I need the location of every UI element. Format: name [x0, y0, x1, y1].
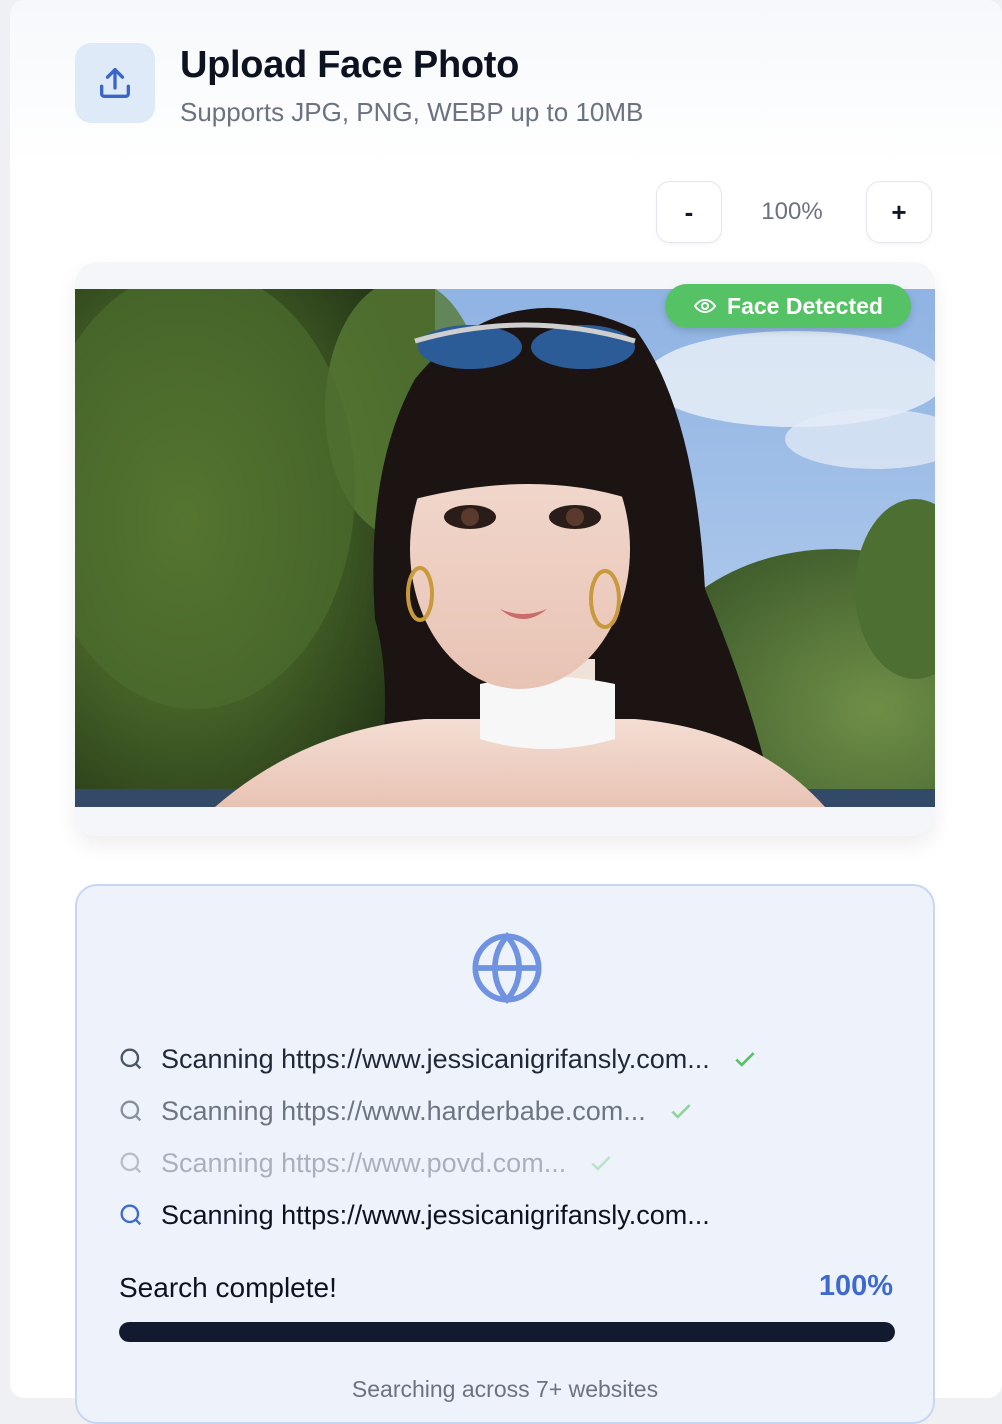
eye-icon [693, 298, 717, 314]
scan-row-text: Scanning https://www.povd.com... [161, 1147, 567, 1178]
search-icon [120, 1100, 142, 1122]
scan-row: Scanning https://www.harderbabe.com... [117, 1093, 694, 1129]
search-progress-percent: 100% [818, 1270, 893, 1302]
scan-row-text: Scanning https://www.jessicanigrifansly.… [161, 1043, 710, 1074]
check-icon [735, 1052, 755, 1067]
scan-row: Scanning https://www.jessicanigrifansly.… [117, 1041, 758, 1077]
scan-row-active: Scanning https://www.jessicanigrifansly.… [117, 1197, 710, 1233]
upload-tile[interactable] [75, 43, 155, 123]
search-status-label: Search complete! [119, 1272, 337, 1303]
search-footer-note: Searching across 7+ websites [351, 1376, 659, 1402]
zoom-level: 100% [761, 198, 823, 225]
page-title: Upload Face Photo [180, 44, 520, 86]
upload-icon [100, 68, 130, 99]
photo-image [75, 289, 935, 807]
globe-icon [472, 932, 542, 1004]
scan-row-text: Scanning https://www.jessicanigrifansly.… [161, 1199, 710, 1230]
check-icon [671, 1104, 691, 1119]
zoom-out-button[interactable]: - [656, 181, 722, 243]
face-detected-badge: Face Detected [665, 284, 911, 328]
scan-row-text: Scanning https://www.harderbabe.com... [161, 1095, 646, 1126]
search-icon [120, 1152, 142, 1174]
search-icon [120, 1048, 142, 1070]
photo-card [75, 262, 935, 836]
progress-fill [119, 1322, 895, 1342]
progress-bar [119, 1322, 895, 1342]
uploaded-photo[interactable] [75, 289, 935, 807]
zoom-in-button[interactable]: + [866, 181, 932, 243]
check-icon [591, 1156, 611, 1171]
upload-page: Upload Face Photo Supports JPG, PNG, WEB… [10, 0, 1002, 1424]
face-detected-label: Face Detected [727, 292, 883, 319]
search-icon [120, 1204, 142, 1226]
page-subtitle: Supports JPG, PNG, WEBP up to 10MB [180, 97, 644, 127]
scan-row: Scanning https://www.povd.com... [117, 1145, 614, 1181]
scan-panel: Scanning https://www.jessicanigrifansly.… [75, 884, 935, 1424]
